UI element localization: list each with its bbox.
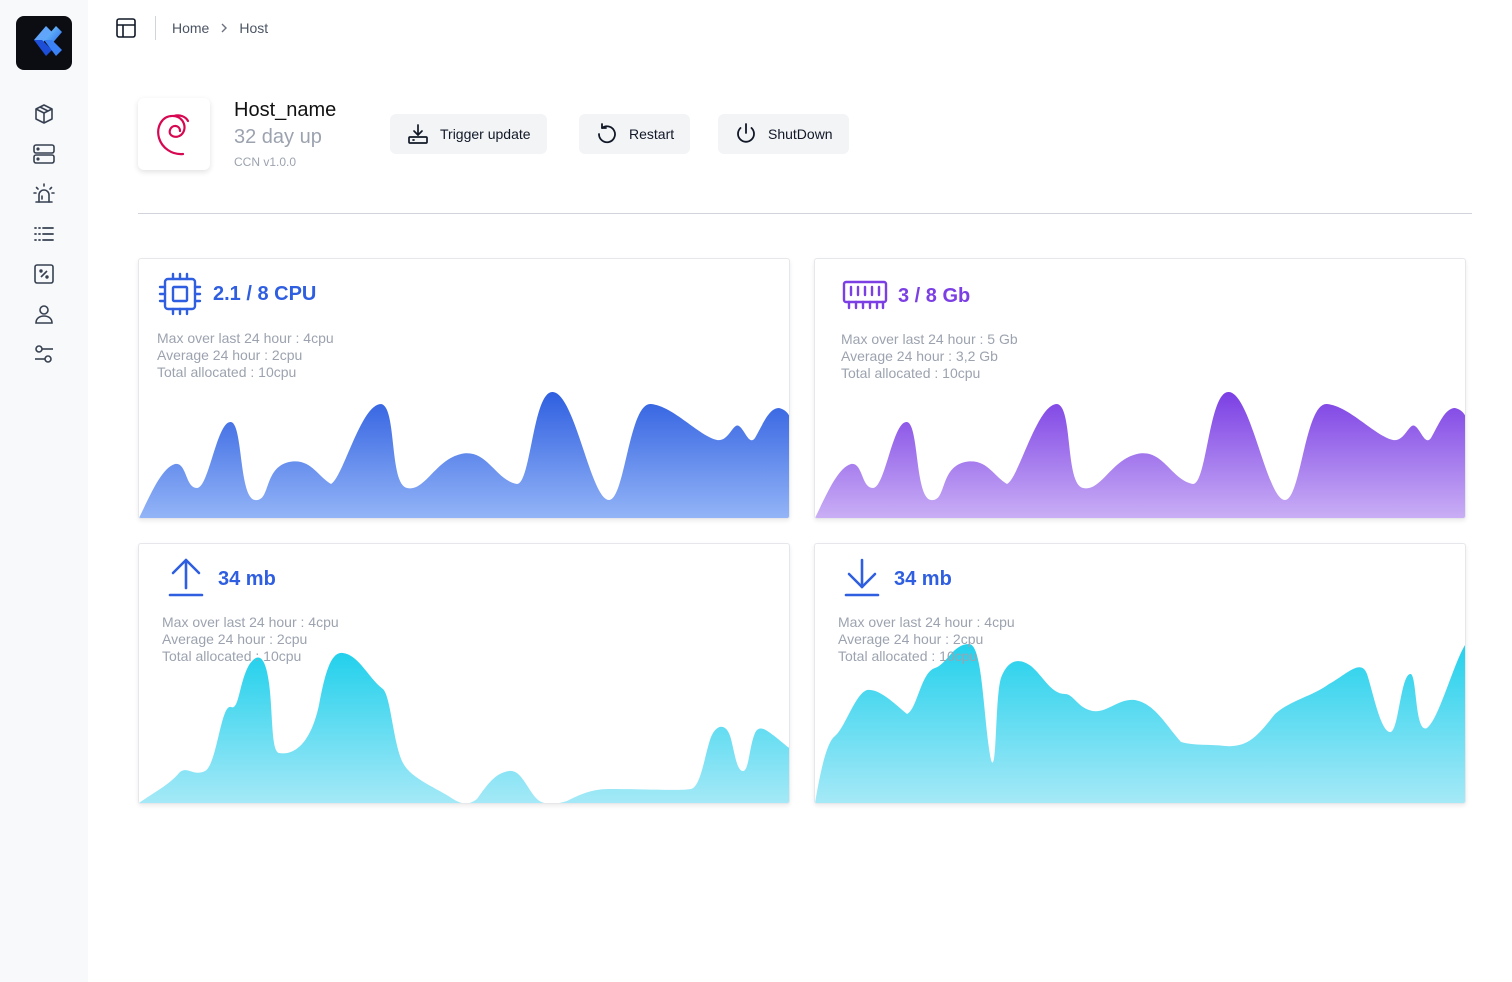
memory-ram-icon — [842, 280, 888, 310]
chevron-logo-icon — [34, 26, 62, 56]
cpu-title: 2.1 / 8 CPU — [213, 283, 317, 305]
header-divider — [138, 213, 1472, 214]
host-name: Host_name — [234, 99, 337, 121]
sidebar — [0, 0, 88, 982]
breadcrumb-current[interactable]: Host — [239, 20, 268, 36]
percent-icon — [34, 264, 54, 284]
chevron-right-icon — [219, 23, 229, 33]
shutdown-label: ShutDown — [768, 126, 833, 142]
upload-title: 34 mb — [218, 568, 276, 590]
host-os-logo — [138, 98, 210, 170]
restart-icon — [595, 122, 619, 146]
download-max: Max over last 24 hour : 4cpu — [838, 614, 1015, 630]
app-logo[interactable] — [16, 16, 72, 70]
list-icon — [34, 227, 54, 241]
trigger-update-label: Trigger update — [440, 126, 531, 142]
nav-item-percent[interactable] — [28, 258, 60, 290]
memory-max: Max over last 24 hour : 5 Gb — [841, 331, 1018, 347]
breadcrumb-home[interactable]: Home — [172, 20, 209, 36]
download-title: 34 mb — [894, 568, 952, 590]
user-icon — [35, 305, 53, 324]
upload-total: Total allocated : 10cpu — [162, 648, 302, 664]
power-icon — [734, 122, 758, 146]
upload-area-chart — [139, 652, 789, 803]
layout-panel-icon — [116, 18, 136, 38]
cube-icon — [35, 104, 53, 124]
memory-area-chart — [815, 391, 1465, 518]
upload-card: 34 mb Max over last 24 hour : 4cpu Avera… — [138, 543, 790, 804]
memory-title: 3 / 8 Gb — [898, 285, 971, 307]
cpu-card: 2.1 / 8 CPU Max over last 24 hour : 4cpu… — [138, 258, 790, 519]
sidebar-toggle-button[interactable] — [112, 14, 140, 42]
memory-card: 3 / 8 Gb Max over last 24 hour : 5 Gb Av… — [814, 258, 1466, 519]
cpu-total: Total allocated : 10cpu — [157, 364, 297, 380]
download-arrow-icon — [844, 558, 880, 597]
upload-max: Max over last 24 hour : 4cpu — [162, 614, 339, 630]
nav-item-alerts[interactable] — [28, 178, 60, 210]
nav-item-users[interactable] — [28, 298, 60, 330]
memory-avg: Average 24 hour : 3,2 Gb — [841, 348, 998, 364]
debian-swirl-icon — [157, 114, 190, 156]
memory-total: Total allocated : 10cpu — [841, 365, 981, 381]
cpu-avg: Average 24 hour : 2cpu — [157, 347, 303, 363]
cpu-chip-icon — [158, 272, 202, 316]
settings-sliders-icon — [35, 345, 53, 363]
trigger-update-button[interactable]: Trigger update — [390, 114, 547, 154]
nav-item-settings[interactable] — [28, 338, 60, 370]
host-uptime: 32 day up — [234, 126, 322, 148]
topbar-divider — [155, 16, 156, 40]
restart-label: Restart — [629, 126, 675, 142]
alarm-icon — [33, 183, 55, 203]
nav-item-packages[interactable] — [28, 98, 60, 130]
download-avg: Average 24 hour : 2cpu — [838, 631, 984, 647]
cpu-area-chart — [139, 391, 789, 518]
nav-item-list[interactable] — [28, 218, 60, 250]
nav-item-servers[interactable] — [28, 138, 60, 170]
shutdown-button[interactable]: ShutDown — [718, 114, 849, 154]
upload-avg: Average 24 hour : 2cpu — [162, 631, 308, 647]
breadcrumb: Home Host — [172, 20, 268, 36]
cpu-max: Max over last 24 hour : 4cpu — [157, 330, 334, 346]
upload-arrow-icon — [168, 558, 204, 597]
download-total: Total allocated : 10cpu — [838, 648, 978, 664]
server-icon — [33, 144, 55, 164]
download-card: 34 mb Max over last 24 hour : 4cpu Avera… — [814, 543, 1466, 804]
download-tray-icon — [406, 122, 430, 146]
restart-button[interactable]: Restart — [579, 114, 691, 154]
host-version: CCN v1.0.0 — [234, 155, 297, 169]
